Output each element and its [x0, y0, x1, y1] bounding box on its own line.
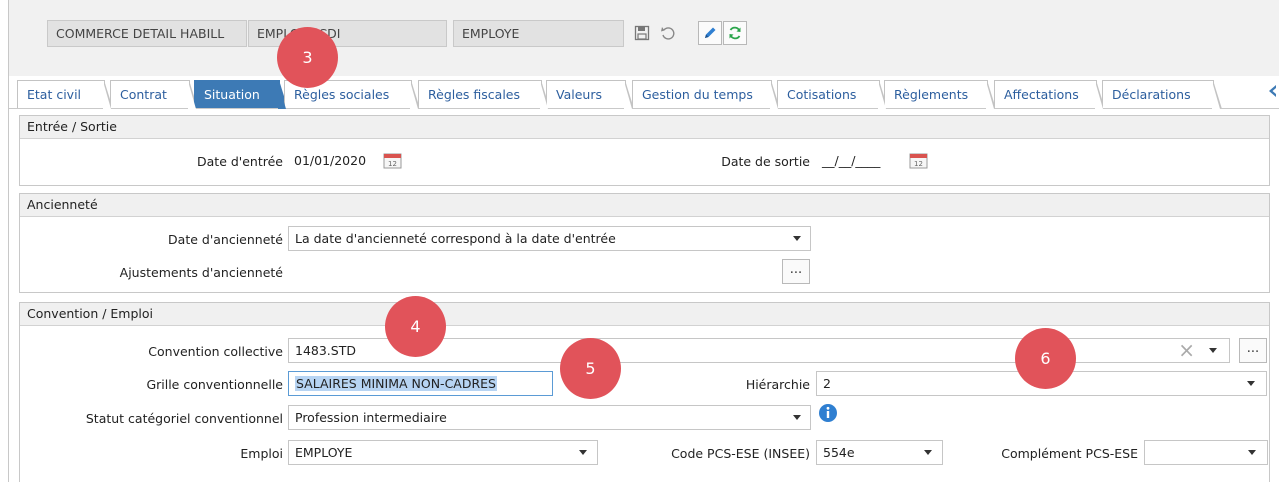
seniority-date-label: Date d'ancienneté	[168, 232, 283, 247]
tab-situation[interactable]: Situation	[194, 80, 288, 109]
tab-regles-fiscales[interactable]: Règles fiscales	[418, 80, 550, 109]
calendar-icon[interactable]: 12	[909, 151, 929, 173]
callout-3: 3	[277, 27, 338, 88]
section-title: Convention / Emploi	[20, 303, 1269, 326]
status-category-select[interactable]: Profession intermediaire	[288, 405, 811, 430]
convention-header-field: COMMERCE DETAIL HABILL	[47, 20, 247, 47]
svg-text:12: 12	[914, 160, 923, 168]
status-category-label: Statut catégoriel conventionnel	[85, 411, 283, 426]
hierarchy-label: Hiérarchie	[745, 377, 810, 392]
chevron-down-icon	[793, 236, 801, 241]
tab-etat-civil[interactable]: Etat civil	[17, 80, 113, 109]
job-select[interactable]: EMPLOYE	[288, 440, 598, 465]
tab-cotisations[interactable]: Cotisations	[777, 80, 888, 109]
tab-reglements[interactable]: Règlements	[884, 80, 996, 109]
edit-pencil-icon[interactable]	[698, 21, 722, 45]
tab-baseline	[9, 108, 1279, 109]
grid-input[interactable]: SALAIRES MINIMA NON-CADRES	[288, 371, 553, 396]
tab-valeurs[interactable]: Valeurs	[546, 80, 634, 109]
convention-collective-button[interactable]: ...	[1239, 338, 1267, 363]
pcs-code-label: Code PCS-ESE (INSEE)	[671, 446, 810, 461]
tab-affectations[interactable]: Affectations	[994, 80, 1105, 109]
tab-bar: Etat civil Contrat Situation Règles soci…	[9, 76, 1279, 109]
chevron-down-icon	[1209, 348, 1217, 353]
callout-4: 4	[385, 296, 446, 357]
entry-date-label: Date d'entrée	[197, 154, 283, 169]
entry-date-value: 01/01/2020	[294, 153, 367, 168]
seniority-adjust-label: Ajustements d'ancienneté	[119, 265, 283, 280]
tab-declarations[interactable]: Déclarations	[1102, 80, 1222, 109]
status-header-field: EMPLOYE	[453, 20, 624, 47]
pcs-complement-select[interactable]	[1144, 440, 1268, 465]
refresh-icon[interactable]	[723, 21, 747, 45]
clear-icon[interactable]: ×	[1178, 339, 1195, 361]
chevron-down-icon	[793, 415, 801, 420]
section-title: Entrée / Sortie	[20, 116, 1269, 139]
section-title: Ancienneté	[20, 194, 1269, 217]
save-icon[interactable]	[630, 21, 654, 45]
tab-gestion-du-temps[interactable]: Gestion du temps	[632, 80, 780, 109]
job-label: Emploi	[240, 446, 283, 461]
exit-date-value: __/__/____	[822, 153, 881, 168]
collapse-arrow-icon[interactable]	[1267, 84, 1277, 98]
pcs-complement-label: Complément PCS-ESE	[1001, 446, 1138, 461]
grid-label: Grille conventionnelle	[146, 377, 283, 392]
status-category-value: Profession intermediaire	[295, 410, 447, 425]
grid-value: SALAIRES MINIMA NON-CADRES	[295, 376, 497, 391]
job-value: EMPLOYE	[295, 445, 353, 460]
tab-contrat[interactable]: Contrat	[110, 80, 198, 109]
callout-5: 5	[560, 338, 621, 399]
chevron-down-icon	[1247, 381, 1255, 386]
svg-text:12: 12	[388, 160, 397, 168]
exit-date-label: Date de sortie	[721, 154, 810, 169]
chevron-down-icon	[579, 450, 587, 455]
seniority-date-select[interactable]: La date d'ancienneté correspond à la dat…	[288, 226, 811, 251]
entry-exit-section: Entrée / Sortie	[19, 115, 1270, 186]
convention-collective-label: Convention collective	[148, 344, 283, 359]
pcs-code-value: 554e	[823, 445, 855, 460]
chevron-down-icon	[924, 450, 932, 455]
convention-collective-value: 1483.STD	[295, 343, 356, 358]
seniority-date-value: La date d'ancienneté correspond à la dat…	[295, 231, 616, 246]
chevron-down-icon	[1248, 450, 1256, 455]
hierarchy-value: 2	[823, 376, 831, 391]
seniority-adjust-button[interactable]: ...	[782, 259, 810, 284]
contract-header-field: EMPLOYE CDI	[248, 20, 447, 47]
undo-icon[interactable]	[656, 21, 680, 45]
calendar-icon[interactable]: 12	[383, 151, 403, 173]
pcs-code-select[interactable]: 554e	[816, 440, 943, 465]
callout-6: 6	[1015, 328, 1076, 389]
info-icon[interactable]	[818, 403, 838, 427]
